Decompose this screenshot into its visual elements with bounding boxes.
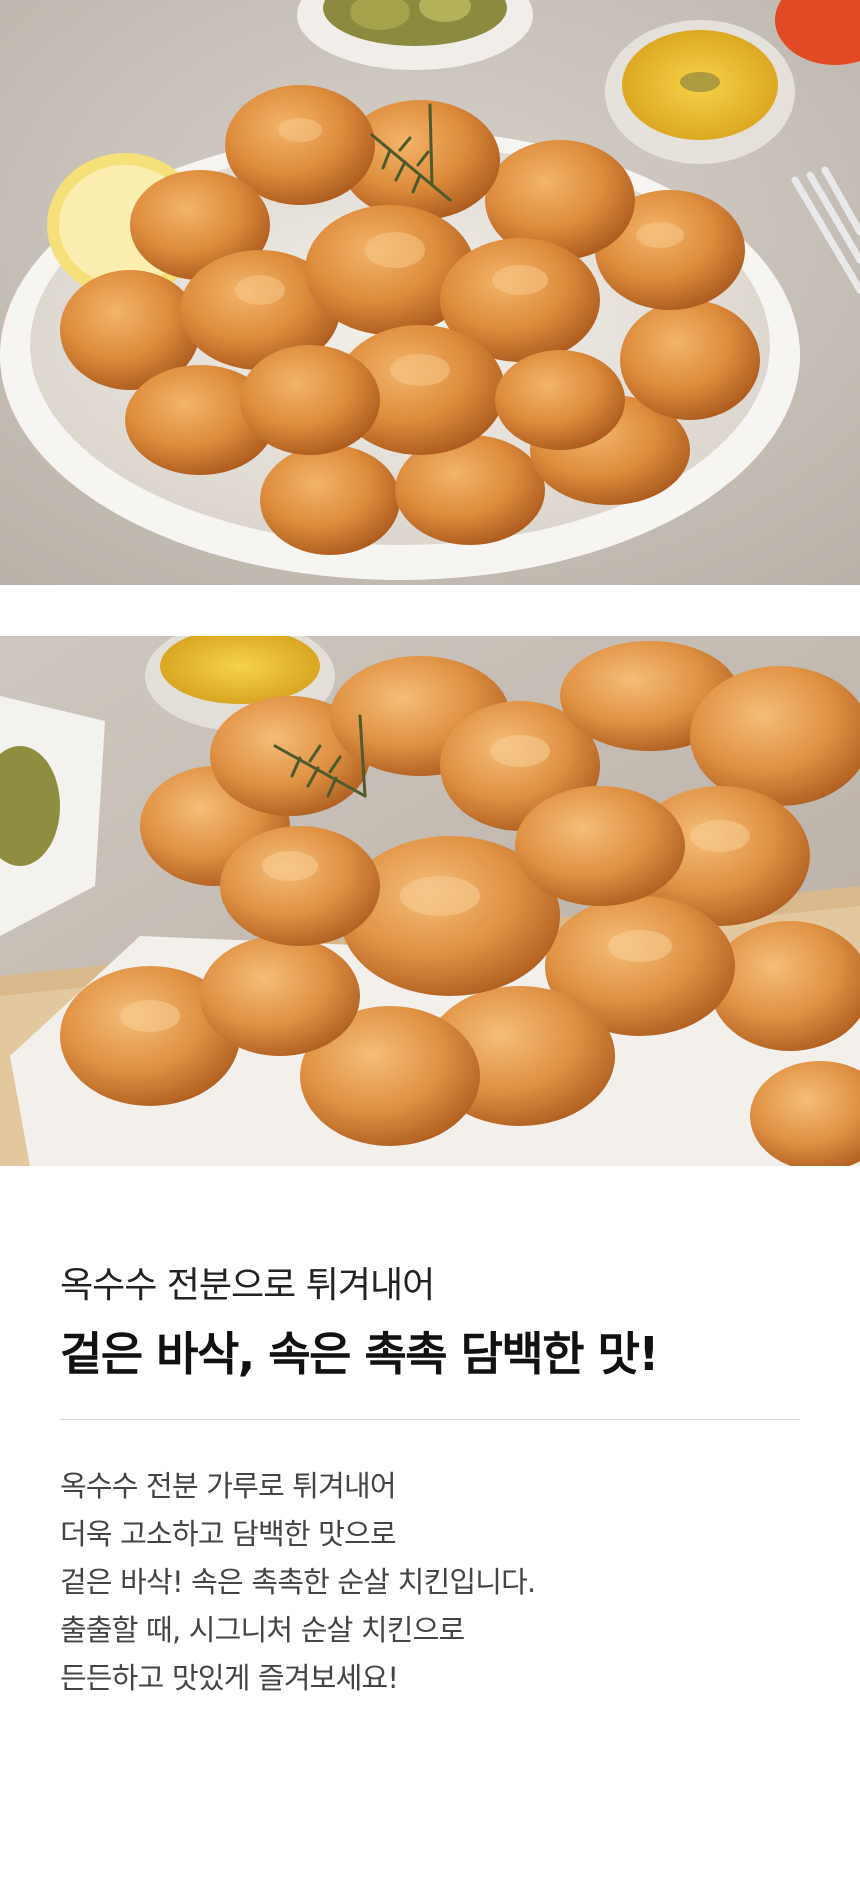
divider (60, 1419, 800, 1420)
description-line: 겉은 바삭! 속은 촉촉한 순살 치킨입니다. (60, 1565, 536, 1599)
description-line: 출출할 때, 시그니처 순살 치킨으로 (60, 1613, 465, 1647)
subheading: 옥수수 전분으로 튀겨내어 (60, 1265, 435, 1306)
fried-chicken-board-photo (0, 636, 860, 1166)
description: 옥수수 전분 가루로 튀겨내어 더욱 고소하고 담백한 맛으로 겉은 바삭! 속… (60, 1462, 800, 1702)
description-line: 옥수수 전분 가루로 튀겨내어 (60, 1469, 397, 1503)
headline: 겉은 바삭, 속은 촉촉 담백한 맛! (60, 1327, 659, 1381)
description-line: 든든하고 맛있게 즐겨보세요! (60, 1661, 399, 1695)
fried-chicken-bowl-photo (0, 0, 860, 585)
description-line: 더욱 고소하고 담백한 맛으로 (60, 1517, 397, 1551)
